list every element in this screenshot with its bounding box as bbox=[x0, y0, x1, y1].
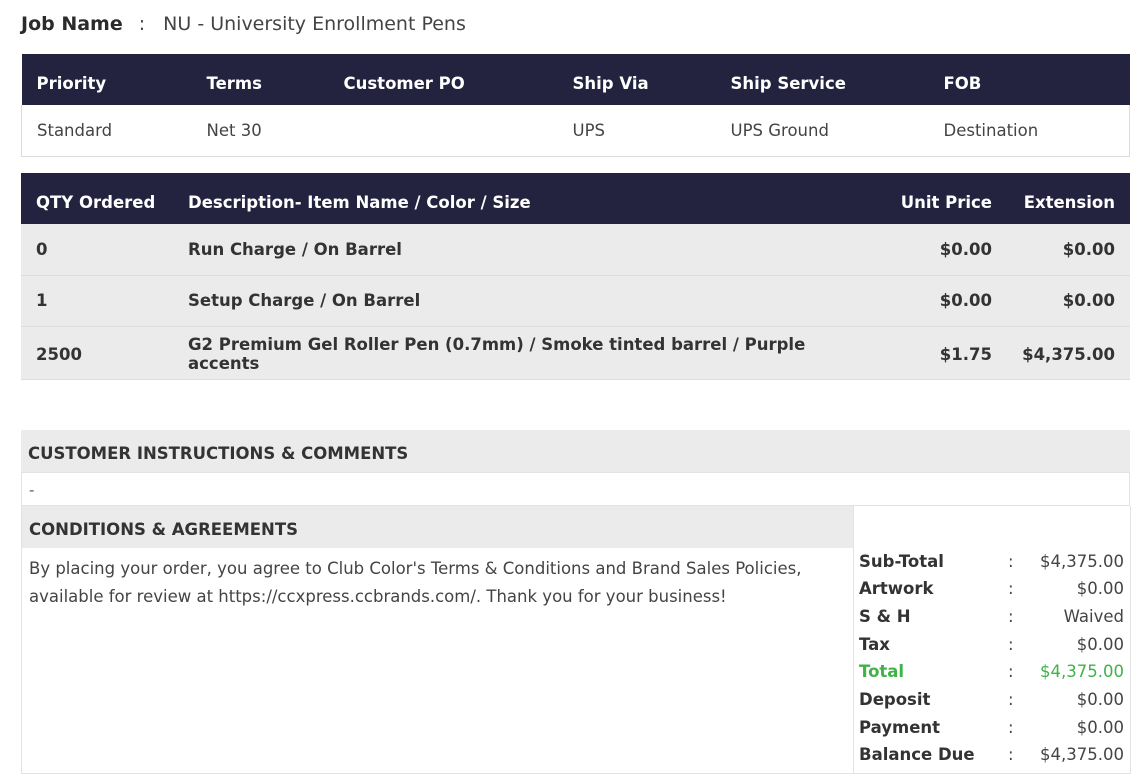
line-items-table: QTY Ordered Description- Item Name / Col… bbox=[21, 173, 1130, 380]
order-info-header-row: Priority Terms Customer PO Ship Via Ship… bbox=[21, 54, 1130, 105]
header-priority: Priority bbox=[21, 54, 192, 105]
job-name-value: NU - University Enrollment Pens bbox=[163, 13, 466, 35]
header-description: Description- Item Name / Color / Size bbox=[173, 173, 867, 224]
order-info-row: Standard Net 30 UPS UPS Ground Destinati… bbox=[21, 105, 1130, 157]
tax-row: Tax : $0.00 bbox=[854, 635, 1131, 663]
job-name-line: Job Name : NU - University Enrollment Pe… bbox=[21, 11, 466, 37]
balance-due-label: Balance Due bbox=[859, 745, 975, 764]
payment-row: Payment : $0.00 bbox=[854, 718, 1131, 746]
table-row: 1 Setup Charge / On Barrel $0.00 $0.00 bbox=[21, 275, 1130, 327]
item-extension: $0.00 bbox=[1007, 224, 1130, 276]
item-qty: 2500 bbox=[21, 325, 173, 380]
item-unit-price: $1.75 bbox=[867, 325, 1007, 380]
item-qty: 0 bbox=[21, 224, 173, 276]
sh-colon: : bbox=[1008, 607, 1014, 626]
item-unit-price: $0.00 bbox=[867, 224, 1007, 276]
balance-due-colon: : bbox=[1008, 745, 1014, 764]
deposit-value: $0.00 bbox=[1076, 690, 1124, 709]
conditions-heading: CONDITIONS & AGREEMENTS bbox=[22, 506, 853, 548]
artwork-row: Artwork : $0.00 bbox=[854, 579, 1131, 607]
ship-service-value: UPS Ground bbox=[715, 105, 929, 157]
header-fob: FOB bbox=[928, 54, 1130, 105]
conditions-text: By placing your order, you agree to Club… bbox=[29, 559, 802, 606]
line-items-header-row: QTY Ordered Description- Item Name / Col… bbox=[21, 173, 1130, 224]
fob-value: Destination bbox=[928, 105, 1130, 157]
job-name-colon: : bbox=[138, 13, 146, 35]
item-description: Run Charge / On Barrel bbox=[173, 224, 867, 276]
header-terms: Terms bbox=[191, 54, 329, 105]
payment-colon: : bbox=[1008, 718, 1014, 737]
balance-due-row: Balance Due : $4,375.00 bbox=[854, 745, 1131, 773]
customer-instructions-text: - bbox=[21, 472, 1130, 506]
total-value: $4,375.00 bbox=[1040, 662, 1124, 681]
header-unit-price: Unit Price bbox=[867, 173, 1007, 224]
deposit-row: Deposit : $0.00 bbox=[854, 690, 1131, 718]
terms-value: Net 30 bbox=[191, 105, 329, 157]
customer-po-value bbox=[328, 105, 558, 157]
subtotal-label: Sub-Total bbox=[859, 552, 944, 571]
tax-value: $0.00 bbox=[1076, 635, 1124, 654]
artwork-colon: : bbox=[1008, 579, 1014, 598]
artwork-label: Artwork bbox=[859, 579, 934, 598]
item-extension: $0.00 bbox=[1007, 275, 1130, 327]
header-customer-po: Customer PO bbox=[328, 54, 558, 105]
subtotal-colon: : bbox=[1008, 552, 1014, 571]
item-description: Setup Charge / On Barrel bbox=[173, 275, 867, 327]
order-info-table: Priority Terms Customer PO Ship Via Ship… bbox=[21, 54, 1130, 157]
ship-via-value: UPS bbox=[557, 105, 716, 157]
table-row: 2500 G2 Premium Gel Roller Pen (0.7mm) /… bbox=[21, 325, 1130, 380]
subtotal-value: $4,375.00 bbox=[1040, 552, 1124, 571]
priority-value: Standard bbox=[21, 105, 192, 157]
header-ship-via: Ship Via bbox=[557, 54, 716, 105]
total-colon: : bbox=[1008, 662, 1014, 681]
tax-label: Tax bbox=[859, 635, 890, 654]
deposit-colon: : bbox=[1008, 690, 1014, 709]
item-extension: $4,375.00 bbox=[1007, 325, 1130, 380]
total-label: Total bbox=[859, 662, 905, 681]
job-name-label: Job Name bbox=[21, 13, 123, 35]
header-qty: QTY Ordered bbox=[21, 173, 173, 224]
sh-value: Waived bbox=[1063, 607, 1124, 626]
customer-instructions-heading: CUSTOMER INSTRUCTIONS & COMMENTS bbox=[21, 430, 1130, 472]
payment-value: $0.00 bbox=[1076, 718, 1124, 737]
item-unit-price: $0.00 bbox=[867, 275, 1007, 327]
tax-colon: : bbox=[1008, 635, 1014, 654]
totals-panel: Sub-Total : $4,375.00 Artwork : $0.00 S … bbox=[853, 506, 1131, 774]
payment-label: Payment bbox=[859, 718, 941, 737]
table-row: 0 Run Charge / On Barrel $0.00 $0.00 bbox=[21, 224, 1130, 276]
deposit-label: Deposit bbox=[859, 690, 931, 709]
subtotal-row: Sub-Total : $4,375.00 bbox=[854, 552, 1131, 580]
header-ship-service: Ship Service bbox=[715, 54, 929, 105]
header-extension: Extension bbox=[1007, 173, 1130, 224]
item-description: G2 Premium Gel Roller Pen (0.7mm) / Smok… bbox=[173, 325, 867, 380]
total-row: Total : $4,375.00 bbox=[854, 662, 1131, 690]
item-qty: 1 bbox=[21, 275, 173, 327]
artwork-value: $0.00 bbox=[1076, 579, 1124, 598]
sh-label: S & H bbox=[859, 607, 911, 626]
balance-due-value: $4,375.00 bbox=[1040, 745, 1124, 764]
conditions-section: CONDITIONS & AGREEMENTS By placing your … bbox=[21, 506, 853, 774]
sh-row: S & H : Waived bbox=[854, 607, 1131, 635]
